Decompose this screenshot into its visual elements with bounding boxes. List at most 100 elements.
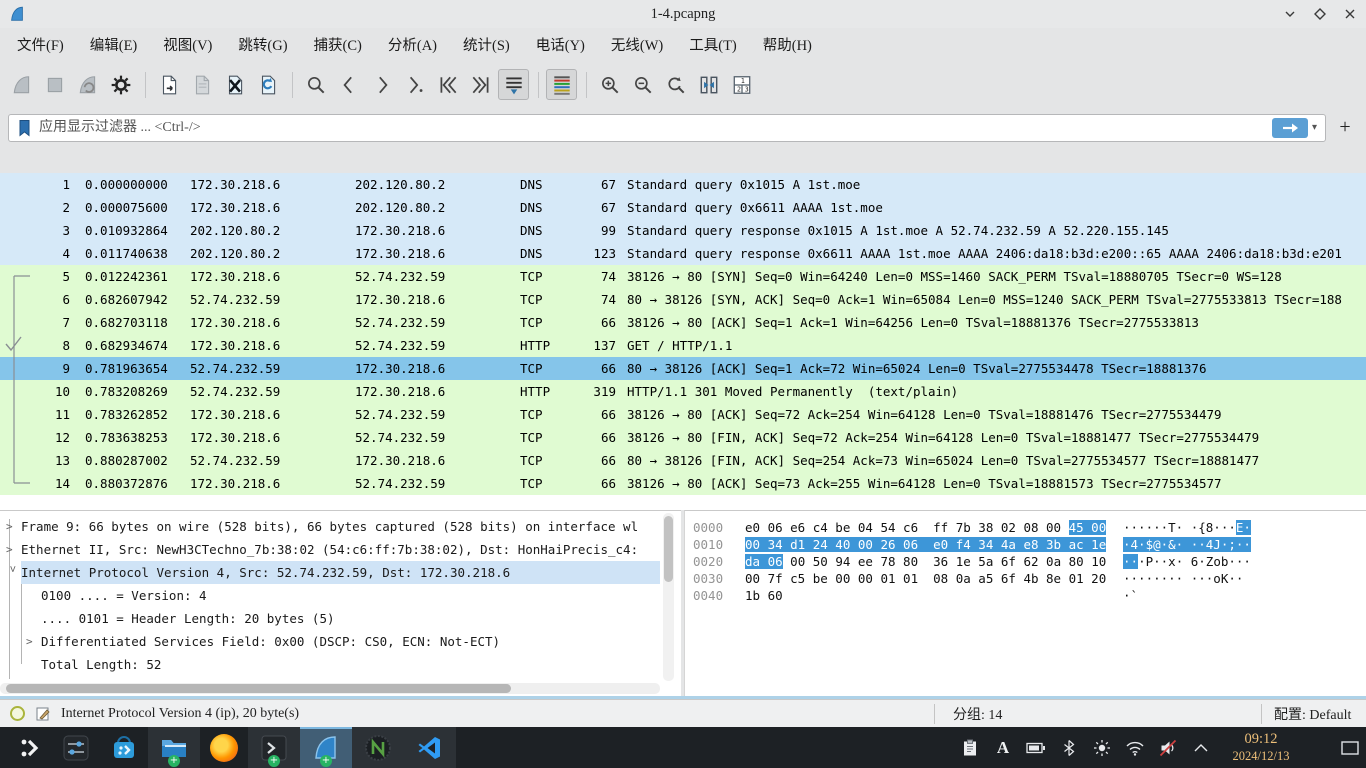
stop-capture-button[interactable] [39, 69, 70, 100]
packet-row[interactable]: 110.783262852172.30.218.652.74.232.59TCP… [0, 403, 1366, 426]
packet-row[interactable]: 40.011740638202.120.80.2172.30.218.6DNS1… [0, 242, 1366, 265]
file-manager-button[interactable]: + [148, 727, 200, 768]
layout-columns-button[interactable]: 123 [726, 69, 757, 100]
restart-capture-button[interactable] [72, 69, 103, 100]
filter-dropdown-caret-icon[interactable]: ▾ [1312, 122, 1317, 133]
wireshark-button[interactable]: + [300, 727, 352, 768]
expander-icon[interactable]: > [1, 566, 24, 581]
detail-line[interactable]: Total Length: 52 [0, 653, 660, 676]
detail-line[interactable]: .... 0101 = Header Length: 20 bytes (5) [0, 607, 660, 630]
zoom-out-button[interactable] [627, 69, 658, 100]
clock[interactable]: 09:122024/12/13 [1222, 731, 1300, 764]
menu-item[interactable]: 帮助(H) [750, 31, 825, 58]
detail-horizontal-scrollbar[interactable] [0, 683, 660, 694]
packet-row[interactable]: 80.682934674172.30.218.652.74.232.59HTTP… [0, 334, 1366, 357]
resize-columns-button[interactable] [693, 69, 724, 100]
find-packet-button[interactable] [300, 69, 331, 100]
clipboard-icon[interactable] [958, 736, 982, 760]
expander-icon[interactable]: > [6, 515, 21, 538]
packet-row[interactable]: 50.012242361172.30.218.652.74.232.59TCP7… [0, 265, 1366, 288]
go-to-packet-button[interactable] [399, 69, 430, 100]
first-packet-button[interactable] [432, 69, 463, 100]
detail-line[interactable]: >Differentiated Services Field: 0x00 (DS… [0, 630, 660, 653]
terminal-button[interactable]: + [248, 727, 300, 768]
menu-item[interactable]: 跳转(G) [225, 31, 300, 58]
hex-row[interactable]: 003000 7f c5 be 00 00 01 01 08 0a a5 6f … [685, 570, 1366, 587]
save-file-button[interactable] [186, 69, 217, 100]
neovim-button[interactable] [352, 727, 404, 768]
detail-vscroll-thumb[interactable] [664, 516, 673, 582]
menu-item[interactable]: 文件(F) [4, 31, 77, 58]
show-desktop-button[interactable] [1340, 735, 1360, 761]
packet-row[interactable]: 70.682703118172.30.218.652.74.232.59TCP6… [0, 311, 1366, 334]
menu-item[interactable]: 工具(T) [676, 31, 750, 58]
add-filter-button[interactable]: + [1332, 115, 1358, 141]
hex-row[interactable]: 0000e0 06 e6 c4 be 04 54 c6 ff 7b 38 02 … [685, 519, 1366, 536]
wifi-icon[interactable] [1123, 736, 1147, 760]
detail-vertical-scrollbar[interactable] [663, 513, 674, 681]
hex-row[interactable]: 00401b 60·` [685, 587, 1366, 604]
detail-line[interactable]: >Internet Protocol Version 4, Src: 52.74… [0, 561, 660, 584]
packet-row[interactable]: 90.78196365452.74.232.59172.30.218.6TCP6… [0, 357, 1366, 380]
start-capture-button[interactable] [6, 69, 37, 100]
keyboard-layout-indicator[interactable]: A [991, 736, 1015, 760]
cell-info: 38126 → 80 [SYN] Seq=0 Win=64240 Len=0 M… [620, 265, 1282, 288]
auto-scroll-button[interactable] [498, 69, 529, 100]
go-forward-button[interactable] [366, 69, 397, 100]
menu-item[interactable]: 统计(S) [450, 31, 523, 58]
close-icon[interactable] [1342, 6, 1358, 22]
filter-bookmark-icon[interactable] [17, 119, 33, 137]
packet-row[interactable]: 20.000075600172.30.218.6202.120.80.2DNS6… [0, 196, 1366, 219]
capture-comment-icon[interactable] [35, 706, 51, 722]
minimize-icon[interactable] [1282, 6, 1298, 22]
close-file-button[interactable] [219, 69, 250, 100]
app-launcher-button[interactable] [8, 727, 52, 768]
brightness-icon[interactable] [1090, 736, 1114, 760]
zoom-in-button[interactable] [594, 69, 625, 100]
expander-icon[interactable]: > [26, 630, 41, 653]
reload-file-button[interactable] [252, 69, 283, 100]
detail-line[interactable]: >Frame 9: 66 bytes on wire (528 bits), 6… [0, 515, 660, 538]
open-file-button[interactable] [153, 69, 184, 100]
cell-no: 6 [0, 288, 75, 311]
clock-date: 2024/12/13 [1233, 749, 1290, 763]
colorize-button[interactable] [546, 69, 577, 100]
menu-item[interactable]: 编辑(E) [77, 31, 151, 58]
detail-line[interactable]: >Ethernet II, Src: NewH3CTechno_7b:38:02… [0, 538, 660, 561]
vscode-button[interactable] [404, 727, 456, 768]
discover-button[interactable] [100, 727, 148, 768]
packet-row[interactable]: 120.783638253172.30.218.652.74.232.59TCP… [0, 426, 1366, 449]
packet-row[interactable]: 30.010932864202.120.80.2172.30.218.6DNS9… [0, 219, 1366, 242]
profile-selector[interactable]: 配置: Default [1262, 704, 1366, 724]
capture-options-button[interactable] [105, 69, 136, 100]
menu-item[interactable]: 无线(W) [598, 31, 676, 58]
bluetooth-icon[interactable] [1057, 736, 1081, 760]
last-packet-button[interactable] [465, 69, 496, 100]
volume-muted-icon[interactable] [1156, 736, 1180, 760]
detail-line[interactable]: 0100 .... = Version: 4 [0, 584, 660, 607]
firefox-button[interactable] [200, 727, 248, 768]
packet-row[interactable]: 10.000000000172.30.218.6202.120.80.2DNS6… [0, 173, 1366, 196]
menu-item[interactable]: 分析(A) [375, 31, 450, 58]
go-back-button[interactable] [333, 69, 364, 100]
menu-item[interactable]: 视图(V) [150, 31, 225, 58]
apply-filter-button[interactable] [1272, 118, 1308, 138]
packet-row[interactable]: 100.78320826952.74.232.59172.30.218.6HTT… [0, 380, 1366, 403]
menu-item[interactable]: 捕获(C) [301, 31, 375, 58]
packet-row[interactable]: 60.68260794252.74.232.59172.30.218.6TCP7… [0, 288, 1366, 311]
detail-hscroll-thumb[interactable] [6, 684, 511, 693]
menu-item[interactable]: 电话(Y) [523, 31, 598, 58]
expander-icon[interactable]: > [6, 538, 21, 561]
zoom-reset-button[interactable] [660, 69, 691, 100]
system-settings-button[interactable] [52, 727, 100, 768]
hex-row[interactable]: 001000 34 d1 24 40 00 26 06 e0 f4 34 4a … [685, 536, 1366, 553]
expert-info-icon[interactable] [10, 706, 25, 721]
maximize-icon[interactable] [1312, 6, 1328, 22]
hex-row[interactable]: 0020da 06 00 50 94 ee 78 80 36 1e 5a 6f … [685, 553, 1366, 570]
packet-row[interactable]: 140.880372876172.30.218.652.74.232.59TCP… [0, 472, 1366, 495]
battery-icon[interactable] [1024, 736, 1048, 760]
filter-input[interactable] [37, 119, 1272, 137]
expand-tray-icon[interactable] [1189, 736, 1213, 760]
display-filter-field[interactable]: ▾ [8, 114, 1326, 142]
packet-row[interactable]: 130.88028700252.74.232.59172.30.218.6TCP… [0, 449, 1366, 472]
